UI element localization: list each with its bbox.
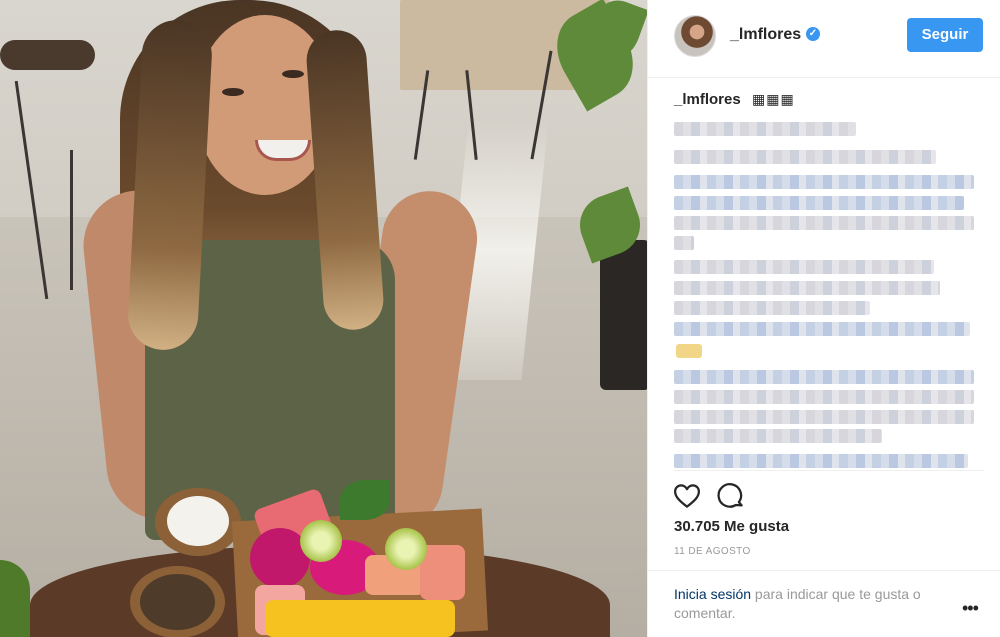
login-prompt: Inicia sesión para indicar que te gusta …: [674, 585, 964, 623]
post-modal: _lmflores ✓ Seguir _lmflores ▦▦▦ 30.705 …: [0, 0, 1000, 637]
post-date: 11 DE AGOSTO: [674, 546, 751, 557]
blurred-line: [674, 150, 936, 164]
blurred-emoji: [676, 344, 702, 358]
heart-icon[interactable]: [672, 481, 702, 511]
photo-yogurt: [167, 496, 229, 546]
post-photo[interactable]: [0, 0, 647, 637]
blurred-line: [674, 236, 694, 250]
blurred-line: [674, 410, 974, 424]
more-options-icon[interactable]: •••: [962, 598, 979, 619]
blurred-line: [674, 301, 870, 315]
blurred-line: [674, 454, 968, 468]
photo-lime: [385, 528, 427, 570]
follow-button[interactable]: Seguir: [907, 18, 983, 52]
caption-username[interactable]: _lmflores: [674, 91, 741, 108]
blurred-line: [674, 122, 856, 136]
photo-eye: [222, 88, 244, 96]
photo-mint: [340, 480, 390, 520]
photo-eye: [282, 70, 304, 78]
blurred-line: [674, 390, 974, 404]
verified-badge-icon: ✓: [806, 27, 820, 41]
likes-count[interactable]: 30.705 Me gusta: [674, 518, 789, 535]
caption-emoji: ▦▦▦: [752, 91, 795, 107]
blurred-line: [674, 196, 964, 210]
post-header: _lmflores ✓ Seguir: [648, 0, 1000, 78]
blurred-line: [674, 216, 974, 230]
comment-icon[interactable]: [716, 481, 746, 511]
photo-mango: [265, 600, 455, 637]
post-sidebar: _lmflores ✓ Seguir _lmflores ▦▦▦ 30.705 …: [647, 0, 1000, 637]
photo-watermelon: [420, 545, 465, 600]
username-link[interactable]: _lmflores: [730, 26, 801, 44]
blurred-line: [674, 429, 882, 443]
avatar[interactable]: [674, 15, 716, 57]
photo-lime: [300, 520, 342, 562]
footer-divider: [648, 570, 1000, 571]
blurred-line: [674, 260, 934, 274]
photo-granola: [140, 574, 215, 630]
blurred-line: [674, 322, 970, 336]
login-link[interactable]: Inicia sesión: [674, 586, 751, 602]
blurred-line: [674, 281, 940, 295]
blurred-line: [674, 370, 974, 384]
blurred-line: [674, 175, 974, 189]
actions-divider: [674, 470, 984, 471]
